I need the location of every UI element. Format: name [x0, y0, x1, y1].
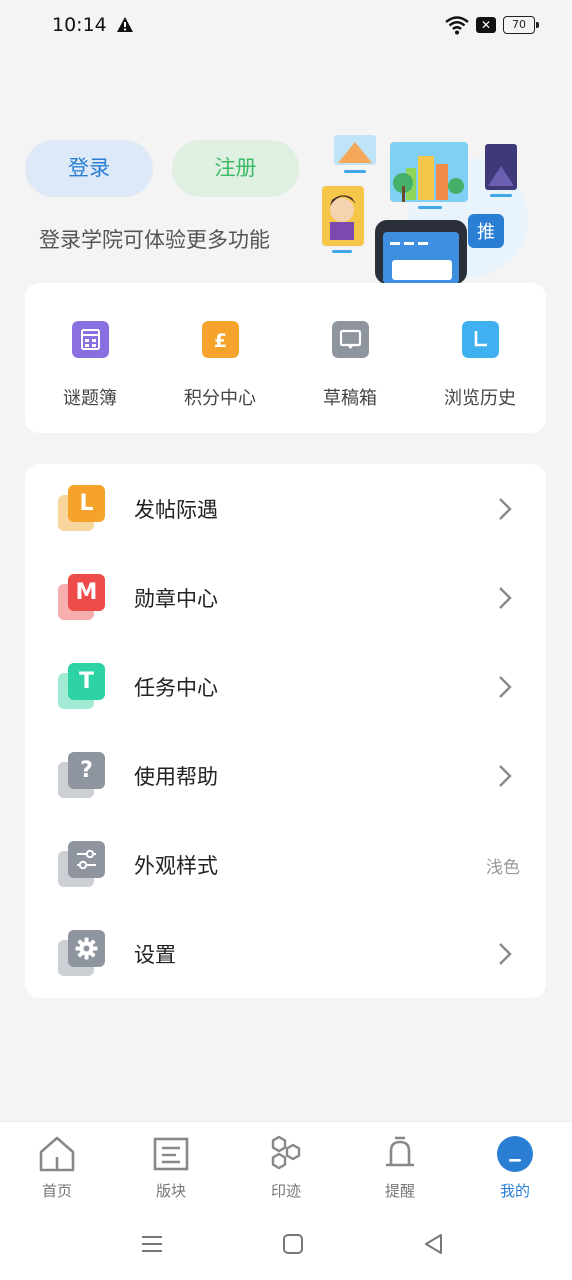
- menu-item-appearance[interactable]: 外观样式 浅色: [25, 820, 546, 909]
- menu-label: 外观样式: [134, 854, 218, 878]
- chevron-right-icon: [499, 587, 512, 609]
- history-icon: [462, 321, 499, 358]
- quick-item-puzzle-book[interactable]: 谜题簿: [25, 283, 155, 433]
- menu-label: 勋章中心: [134, 587, 218, 611]
- menu-card: L 发帖际遇 M 勋章中心 T 任务中心 ? 使用帮助 外观样式 浅色 设置: [25, 464, 546, 998]
- home-button-icon[interactable]: [280, 1231, 306, 1257]
- quick-actions-card: 谜题簿 £ 积分中心 草稿箱 浏览历史: [25, 283, 546, 433]
- nav-sections[interactable]: 版块: [114, 1122, 228, 1210]
- bell-icon: [386, 1136, 414, 1167]
- icon-glyph: ?: [68, 752, 105, 789]
- warning-icon: [117, 17, 133, 32]
- sliders-icon: [68, 841, 105, 878]
- battery-level: 70: [503, 16, 535, 34]
- hero-illustration: 推: [322, 135, 528, 284]
- illustration-badge: 推: [477, 222, 495, 243]
- battery-icon: 70: [503, 16, 539, 34]
- nav-label: 我的: [499, 1182, 530, 1200]
- chevron-right-icon: [499, 765, 512, 787]
- svg-text:£: £: [214, 330, 227, 352]
- register-button[interactable]: 注册: [172, 140, 299, 197]
- menu-icon[interactable]: [139, 1231, 165, 1257]
- battery-tip: [536, 22, 539, 28]
- nav-home[interactable]: 首页: [0, 1122, 114, 1210]
- profile-icon: [497, 1136, 533, 1172]
- appearance-value: 浅色: [486, 858, 520, 878]
- chevron-right-icon: [499, 676, 512, 698]
- system-nav-bar: [0, 1209, 572, 1280]
- menu-label: 任务中心: [134, 676, 218, 700]
- no-sim-icon: ✕: [476, 17, 496, 33]
- menu-item-help[interactable]: ? 使用帮助: [25, 731, 546, 820]
- login-button[interactable]: 登录: [25, 140, 153, 197]
- nav-label: 版块: [155, 1182, 186, 1200]
- help-icon: ?: [58, 752, 106, 800]
- quick-label: 浏览历史: [444, 388, 516, 409]
- quick-item-history[interactable]: 浏览历史: [415, 283, 545, 433]
- menu-item-post-encounter[interactable]: L 发帖际遇: [25, 464, 546, 553]
- quick-label: 积分中心: [184, 388, 256, 409]
- nav-footprint[interactable]: 印迹: [229, 1122, 343, 1210]
- icon-glyph: T: [68, 663, 105, 700]
- puzzle-book-icon: [72, 321, 109, 358]
- menu-label: 使用帮助: [134, 765, 218, 789]
- quick-item-points[interactable]: £ 积分中心: [155, 283, 285, 433]
- medal-icon: M: [58, 574, 106, 622]
- chevron-right-icon: [499, 498, 512, 520]
- post-encounter-icon: L: [58, 485, 106, 533]
- appearance-icon: [58, 841, 106, 889]
- back-icon[interactable]: [421, 1231, 447, 1257]
- icon-glyph: M: [68, 574, 105, 611]
- menu-item-settings[interactable]: 设置: [25, 909, 546, 998]
- nav-label: 首页: [41, 1182, 72, 1200]
- nav-profile[interactable]: 我的: [458, 1122, 572, 1210]
- bottom-nav: 首页 版块 印迹 提醒 我的: [0, 1121, 572, 1209]
- points-icon: £: [202, 321, 239, 358]
- nav-label: 提醒: [384, 1182, 415, 1200]
- footprint-icon: [271, 1135, 301, 1170]
- quick-label: 草稿箱: [323, 388, 377, 409]
- sections-icon: [153, 1137, 189, 1171]
- menu-label: 发帖际遇: [134, 498, 218, 522]
- home-icon: [39, 1136, 75, 1172]
- quick-label: 谜题簿: [63, 388, 117, 409]
- menu-item-medal-center[interactable]: M 勋章中心: [25, 553, 546, 642]
- icon-glyph: L: [68, 485, 105, 522]
- chevron-right-icon: [499, 943, 512, 965]
- wifi-icon: [445, 16, 469, 35]
- status-bar: 10:14 ✕ 70: [0, 0, 572, 52]
- nav-label: 印迹: [270, 1182, 301, 1200]
- quick-item-drafts[interactable]: 草稿箱: [285, 283, 415, 433]
- menu-item-task-center[interactable]: T 任务中心: [25, 642, 546, 731]
- drafts-icon: [332, 321, 369, 358]
- task-icon: T: [58, 663, 106, 711]
- status-time: 10:14: [52, 14, 107, 36]
- gear-icon: [68, 930, 105, 967]
- settings-icon: [58, 930, 106, 978]
- login-promo-text: 登录学院可体验更多功能: [39, 228, 270, 252]
- nav-reminders[interactable]: 提醒: [343, 1122, 457, 1210]
- menu-label: 设置: [134, 943, 176, 967]
